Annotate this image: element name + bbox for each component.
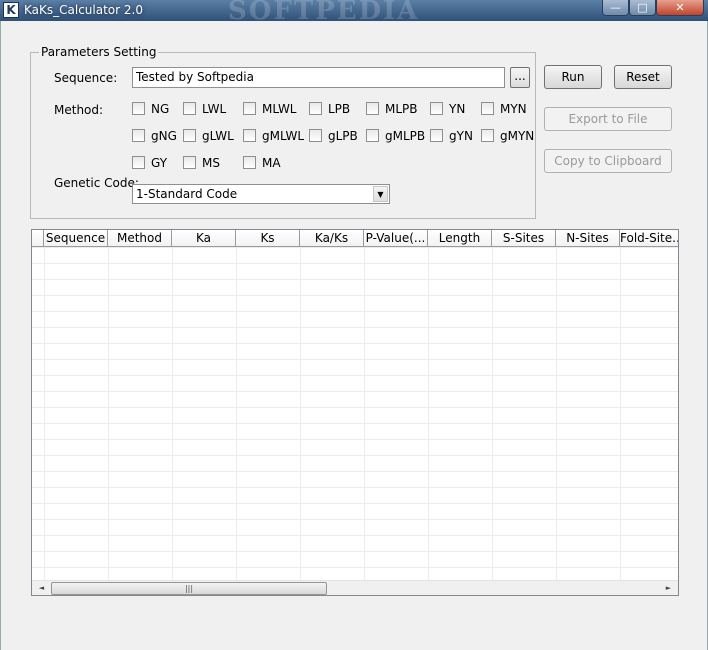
sequence-label: Sequence: [54, 71, 118, 85]
column-header-ka-ks[interactable]: Ka/Ks [300, 230, 364, 247]
checkbox-label: MS [202, 156, 220, 170]
title-bar[interactable]: K KaKs_Calculator 2.0 SOFTPEDIA — □ ✕ [0, 0, 708, 26]
window-title: KaKs_Calculator 2.0 [24, 3, 143, 17]
checkbox-label: YN [449, 102, 466, 116]
client-area: Parameters Setting Sequence: Tested by S… [0, 21, 708, 650]
checkbox-box[interactable] [430, 102, 443, 115]
checkbox-label: MLPB [385, 102, 418, 116]
checkbox-box[interactable] [243, 129, 256, 142]
checkbox-box[interactable] [183, 156, 196, 169]
checkbox-label: gYN [449, 129, 473, 143]
column-divider [556, 247, 557, 580]
checkbox-box[interactable] [132, 129, 145, 142]
checkbox-label: NG [151, 102, 170, 116]
column-header-ka[interactable]: Ka [172, 230, 236, 247]
chevron-down-icon[interactable]: ▼ [373, 186, 388, 202]
column-divider [492, 247, 493, 580]
column-divider [108, 247, 109, 580]
app-icon: K [3, 2, 19, 18]
column-header-n-sites[interactable]: N-Sites [556, 230, 620, 247]
checkbox-label: gMLPB [385, 129, 426, 143]
export-to-file-button[interactable]: Export to File [544, 107, 672, 131]
checkbox-label: GY [151, 156, 168, 170]
row-selector-header[interactable] [32, 230, 44, 247]
column-divider [44, 247, 45, 580]
checkbox-box[interactable] [481, 102, 494, 115]
copy-to-clipboard-button[interactable]: Copy to Clipboard [544, 149, 672, 173]
column-header-p-value[interactable]: P-Value(... [364, 230, 428, 247]
scroll-left-icon[interactable]: ◄ [34, 582, 49, 595]
reset-button[interactable]: Reset [614, 65, 672, 89]
checkbox-box[interactable] [183, 129, 196, 142]
checkbox-label: gNG [151, 129, 177, 143]
checkbox-label: MLWL [262, 102, 297, 116]
checkbox-box[interactable] [132, 102, 145, 115]
checkbox-box[interactable] [309, 102, 322, 115]
method-label: Method: [54, 103, 104, 117]
column-header-method[interactable]: Method [108, 230, 172, 247]
checkbox-label: LWL [202, 102, 227, 116]
checkbox-label: gLPB [328, 129, 358, 143]
run-button[interactable]: Run [544, 65, 602, 89]
checkbox-box[interactable] [366, 129, 379, 142]
genetic-code-select[interactable]: 1-Standard Code ▼ [132, 184, 390, 204]
checkbox-label: gLWL [202, 129, 234, 143]
column-divider [364, 247, 365, 580]
scroll-right-icon[interactable]: ► [661, 582, 676, 595]
checkbox-box[interactable] [183, 102, 196, 115]
horizontal-scrollbar[interactable]: ◄ ||| ► [32, 580, 678, 595]
checkbox-box[interactable] [481, 129, 494, 142]
parameters-group-title: Parameters Setting [39, 45, 159, 59]
column-divider [300, 247, 301, 580]
column-divider [172, 247, 173, 580]
checkbox-label: gMYN [500, 129, 535, 143]
checkbox-box[interactable] [243, 156, 256, 169]
checkbox-box[interactable] [366, 102, 379, 115]
checkbox-label: LPB [328, 102, 351, 116]
checkbox-box[interactable] [243, 102, 256, 115]
sequence-input[interactable]: Tested by Softpedia [132, 67, 505, 88]
minimize-button[interactable]: — [602, 0, 629, 16]
column-divider [428, 247, 429, 580]
checkbox-box[interactable] [309, 129, 322, 142]
column-header-ks[interactable]: Ks [236, 230, 300, 247]
maximize-button[interactable]: □ [629, 0, 656, 16]
table-body[interactable] [32, 247, 678, 580]
column-header-length[interactable]: Length [428, 230, 492, 247]
table-header: Sequence Method Ka Ks Ka/Ks P-Value(... … [32, 230, 678, 247]
checkbox-label: MA [262, 156, 281, 170]
close-button[interactable]: ✕ [656, 0, 704, 16]
column-header-s-sites[interactable]: S-Sites [492, 230, 556, 247]
column-divider [620, 247, 621, 580]
checkbox-box[interactable] [132, 156, 145, 169]
scrollbar-thumb[interactable]: ||| [51, 582, 327, 595]
column-divider [236, 247, 237, 580]
column-header-sequence[interactable]: Sequence [44, 230, 108, 247]
genetic-code-value: 1-Standard Code [136, 187, 238, 201]
checkbox-box[interactable] [430, 129, 443, 142]
checkbox-label: MYN [500, 102, 527, 116]
results-table[interactable]: Sequence Method Ka Ks Ka/Ks P-Value(... … [31, 229, 679, 596]
column-header-fold-sites[interactable]: Fold-Site... [620, 230, 678, 247]
browse-button[interactable]: ... [510, 67, 530, 88]
genetic-code-label: Genetic Code: [54, 176, 139, 190]
main-window: K KaKs_Calculator 2.0 SOFTPEDIA — □ ✕ Pa… [0, 0, 708, 650]
checkbox-label: gMLWL [262, 129, 305, 143]
